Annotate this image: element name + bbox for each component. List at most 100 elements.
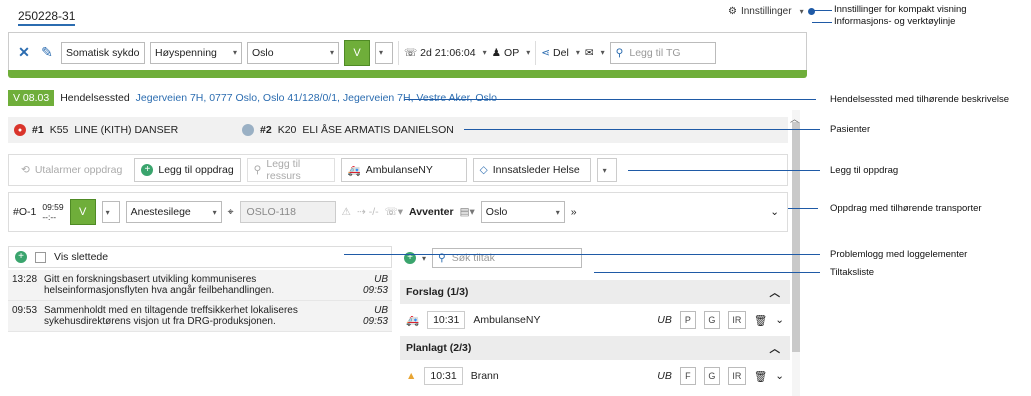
callout-line xyxy=(404,99,816,100)
chevron-down-icon: ▾ xyxy=(555,207,560,217)
chevron-down-icon: ▾ xyxy=(600,48,605,57)
binoculars-icon[interactable]: ⌖ xyxy=(228,206,234,219)
chevron-up-icon[interactable]: ︿ xyxy=(790,112,799,125)
trash-icon[interactable]: 🗑 xyxy=(754,370,767,383)
info-toolbar: ✕ ✎ Somatisk sykdo Høyspenning ▾ Oslo ▾ V … xyxy=(8,32,807,72)
log-item[interactable]: 13:28 Gitt en forskningsbasert utvikling… xyxy=(8,270,392,301)
patients-bar: ● #1 K55 LINE (KITH) DANSER #2 K20 ELI Å… xyxy=(8,117,788,143)
unalarm-button[interactable]: ⟲ Utalarmer oppdrag xyxy=(15,158,129,182)
chevron-down-icon: ▾ xyxy=(105,207,110,217)
log-item[interactable]: 09:53 Sammenholdt med en tiltagende tref… xyxy=(8,301,392,332)
tiltak-name: AmbulanseNY xyxy=(473,314,541,326)
phone-icon[interactable]: ☏▾ xyxy=(385,206,403,218)
chevron-down-icon: ▾ xyxy=(575,48,580,57)
tiltak-chip[interactable]: P xyxy=(679,311,696,329)
tiltak-section-header[interactable]: Planlagt (2/3) ︿ xyxy=(400,336,790,360)
category-select[interactable]: Somatisk sykdo xyxy=(61,41,145,64)
tg-search-input[interactable]: ⚲ Legg til TG xyxy=(609,41,716,64)
tiltak-chip[interactable]: IR xyxy=(727,311,746,329)
v-status-button[interactable]: V xyxy=(344,39,370,66)
chevron-down-icon: ▾ xyxy=(482,48,487,57)
tiltak-section-header[interactable]: Forslag (1/3) ︿ xyxy=(400,280,790,304)
show-deleted-label: Vis slettede xyxy=(54,251,109,263)
log-user: UB 09:53 xyxy=(362,274,388,296)
log-user: UB 09:53 xyxy=(362,305,388,327)
patient-code: K55 xyxy=(49,124,69,136)
chevron-down-icon[interactable]: ⌄ xyxy=(775,370,784,382)
person-icon: ♟ xyxy=(491,46,502,59)
event-badge: V 08.03 xyxy=(8,90,55,106)
log-text: Sammenholdt med en tiltagende treffsikke… xyxy=(44,305,298,327)
location-value: Oslo xyxy=(252,46,274,59)
settings-menu[interactable]: ⚙ Innstillinger ▾ xyxy=(728,6,815,17)
tiltak-search-input[interactable]: ⚲ Søk tiltak xyxy=(432,248,583,268)
divider xyxy=(535,40,537,65)
trash-icon[interactable]: 🗑 xyxy=(754,314,767,327)
add-mission-dropdown[interactable]: ▾ xyxy=(596,158,617,182)
add-mission-button[interactable]: + Legg til oppdrag xyxy=(134,158,241,182)
add-log-icon[interactable]: + xyxy=(15,251,27,263)
tiltak-user: UB xyxy=(657,314,672,326)
mission-id: #O-1 xyxy=(13,206,37,218)
phone-icon: ☏ xyxy=(404,46,418,59)
mission-location-value: Oslo xyxy=(485,206,508,218)
share-button[interactable]: ⋖ Del ▾ xyxy=(541,47,580,59)
show-deleted-checkbox[interactable] xyxy=(35,251,46,263)
log-time: 09:53 xyxy=(12,305,38,316)
tiltak-row[interactable]: ▲ 10:31 Brann UB F G IR 🗑 ⌄ xyxy=(400,360,790,392)
tiltak-time: 10:31 xyxy=(427,311,466,329)
document-icon[interactable]: ▤▾ xyxy=(460,206,475,218)
annotation-mission: Oppdrag med tilhørende transporter xyxy=(830,203,982,214)
share-icon: ⋖ xyxy=(541,46,551,59)
tiltak-toolbar: + ▾ ⚲ Søk tiltak xyxy=(400,246,792,270)
patient-name: LINE (KITH) DANSER xyxy=(74,124,179,136)
edit-icon[interactable]: ✎ xyxy=(38,44,56,62)
role-value: Anestesilege xyxy=(130,206,191,218)
case-id[interactable]: 250228-31 xyxy=(18,9,76,26)
event-address-link[interactable]: Jegerveien 7H, 0777 Oslo, Oslo 41/128/0/… xyxy=(136,92,497,104)
timer-button[interactable]: ☏ 2d 21:06:04 ▾ xyxy=(404,47,487,59)
category-value: Somatisk sykdo xyxy=(66,46,140,59)
op-button[interactable]: ♟ OP ▾ xyxy=(492,47,531,59)
annotation-problem-log: Problemlogg med loggelementer xyxy=(830,249,968,260)
tiltak-row[interactable]: 🚑 10:31 AmbulanseNY UB P G IR 🗑 ⌄ xyxy=(400,304,790,336)
close-icon[interactable]: ✕ xyxy=(15,44,33,62)
add-icon: + xyxy=(141,164,154,176)
mission-location-select[interactable]: Oslo ▾ xyxy=(480,201,565,223)
resource-input[interactable]: ⚲ Legg til ressurs xyxy=(246,158,335,182)
location-select[interactable]: Oslo ▾ xyxy=(247,41,339,64)
eta-value: -/- xyxy=(368,206,379,218)
callout-line xyxy=(344,254,820,255)
section-title: Forslag (1/3) xyxy=(406,286,469,298)
v-status-dropdown[interactable]: ▾ xyxy=(375,41,393,64)
chevron-down-icon[interactable]: ⌄ xyxy=(775,314,784,326)
role-select[interactable]: Anestesilege ▾ xyxy=(125,201,222,223)
tiltak-chip[interactable]: F xyxy=(679,367,696,385)
tiltak-chip[interactable]: IR xyxy=(727,367,746,385)
status-dot-icon xyxy=(242,124,254,136)
incident-leader-button[interactable]: ◇ Innsatsleder Helse xyxy=(472,158,591,182)
unalarm-icon: ⟲ xyxy=(21,164,30,176)
log-text: Gitt en forskningsbasert utvikling kommu… xyxy=(44,274,275,296)
tiltak-chip[interactable]: G xyxy=(703,367,720,385)
patient-number: #2 xyxy=(260,124,272,136)
patient-item[interactable]: #2 K20 ELI ÅSE ARMATIS DANIELSON xyxy=(242,124,454,136)
chevron-down-icon: ▾ xyxy=(212,207,217,217)
priority-select[interactable]: Høyspenning ▾ xyxy=(150,41,242,64)
ambulance-button[interactable]: 🚑 AmbulanseNY xyxy=(340,158,467,182)
message-button[interactable]: ✉ ▾ xyxy=(585,47,605,59)
mission-v-button[interactable]: V xyxy=(69,199,96,225)
ambulance-label: AmbulanseNY xyxy=(365,164,433,176)
callout-line xyxy=(464,129,820,130)
tiltak-chip[interactable]: G xyxy=(703,311,720,329)
mission-v-dropdown[interactable]: ▾ xyxy=(101,201,120,223)
scrollbar-thumb[interactable] xyxy=(792,122,800,352)
more-button[interactable]: » xyxy=(571,206,577,218)
divider xyxy=(398,40,399,65)
expand-chevron-icon[interactable]: ⌄ xyxy=(770,206,779,218)
priority-value: Høyspenning xyxy=(155,46,217,59)
patient-number: #1 xyxy=(32,124,44,136)
search-icon: ⚲ xyxy=(253,164,262,176)
section-title: Planlagt (2/3) xyxy=(406,342,472,354)
patient-item[interactable]: ● #1 K55 LINE (KITH) DANSER xyxy=(14,124,236,136)
